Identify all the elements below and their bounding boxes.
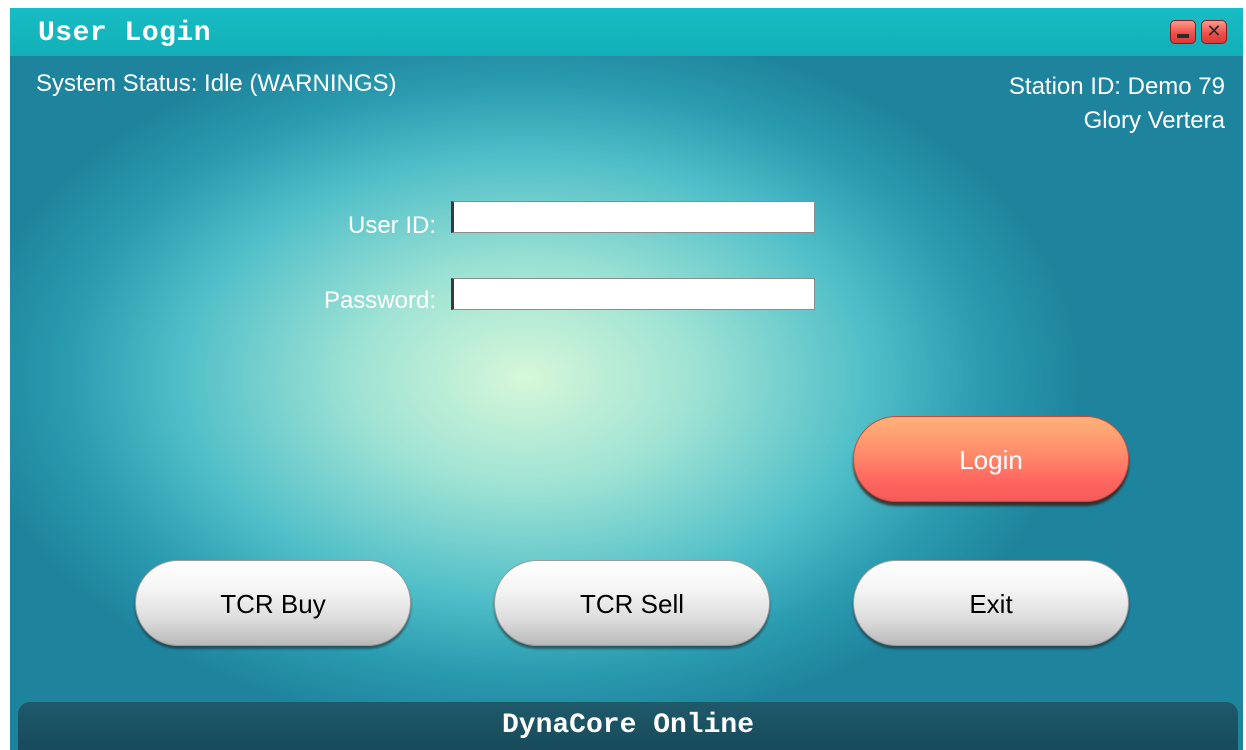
exit-button[interactable]: Exit xyxy=(853,560,1129,646)
minimize-icon[interactable] xyxy=(1170,20,1196,44)
close-glyph: ✕ xyxy=(1206,21,1222,42)
system-status: System Status: Idle (WARNINGS) xyxy=(36,70,397,97)
title-bar: User Login ✕ xyxy=(10,8,1243,56)
tcr-buy-button[interactable]: TCR Buy xyxy=(135,560,411,646)
password-label: Password: xyxy=(323,287,436,314)
station-name: Glory Vertera xyxy=(1083,107,1225,134)
station-info: Station ID: Demo 79 Glory Vertera xyxy=(1009,70,1225,138)
login-button[interactable]: Login xyxy=(853,416,1129,502)
footer-text: DynaCore Online xyxy=(501,710,755,741)
window-title: User Login xyxy=(38,18,212,49)
user-id-label: User ID: xyxy=(347,212,436,239)
login-window: User Login ✕ System Status: Idle (WARNIN… xyxy=(10,8,1243,750)
user-id-input[interactable] xyxy=(451,201,815,233)
close-icon[interactable]: ✕ xyxy=(1201,20,1227,44)
footer-bar: DynaCore Online xyxy=(18,702,1238,750)
password-input[interactable] xyxy=(451,278,815,310)
tcr-sell-button[interactable]: TCR Sell xyxy=(494,560,770,646)
station-id: Station ID: Demo 79 xyxy=(1008,73,1225,100)
